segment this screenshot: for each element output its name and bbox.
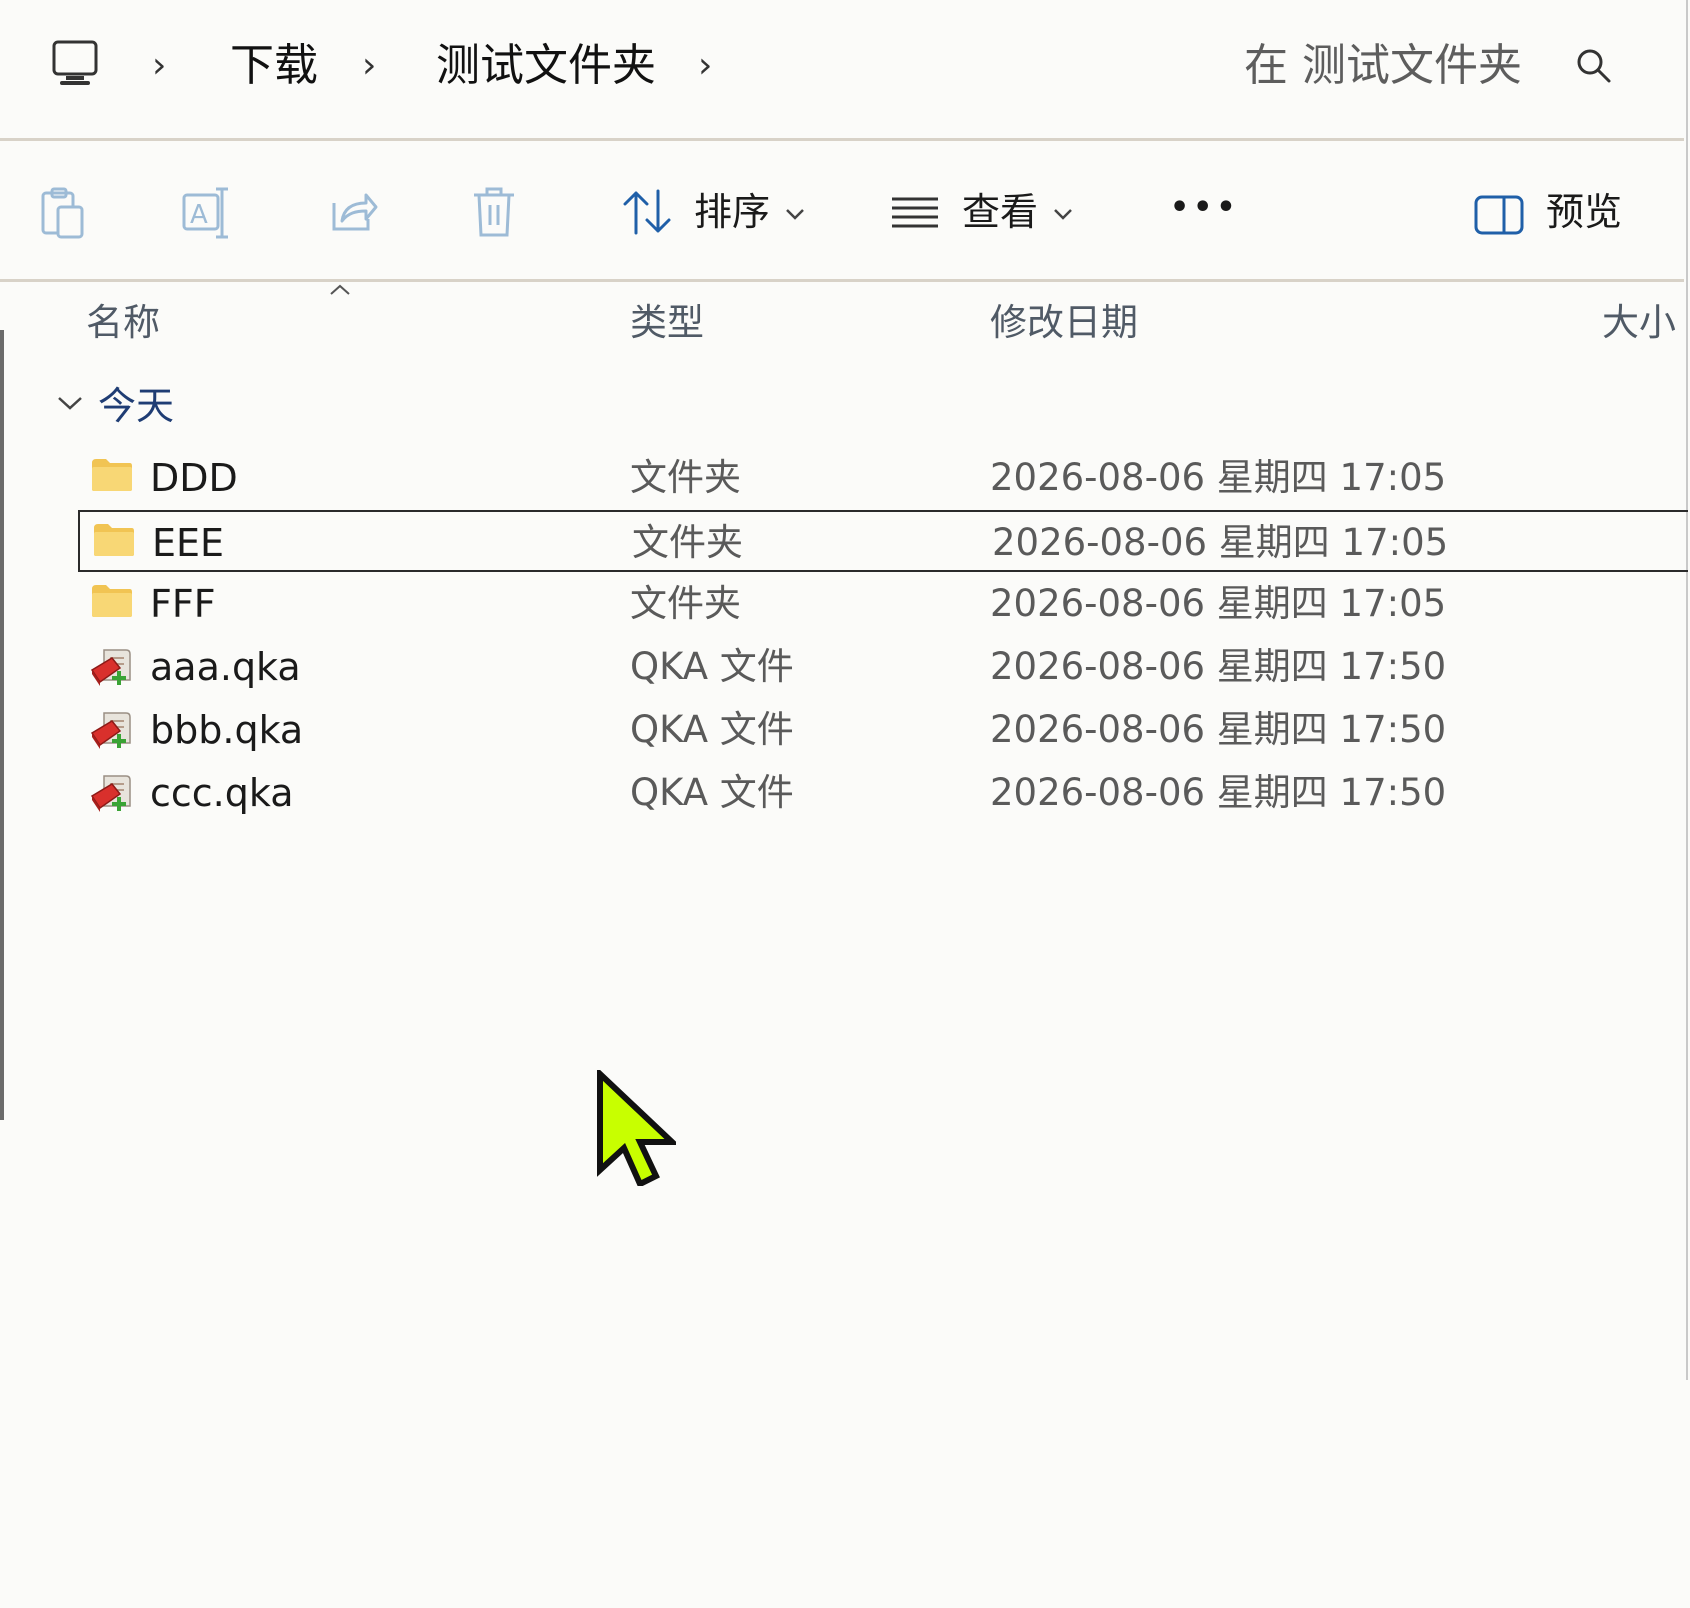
file-name[interactable]: FFF (150, 579, 216, 629)
breadcrumb-downloads[interactable]: 下载 (230, 38, 318, 94)
qka-file-icon (90, 709, 136, 759)
file-row[interactable]: FFF 文件夹 2026-08-06 星期四 17:05 (78, 573, 1688, 635)
folder-icon (92, 522, 136, 562)
breadcrumb-chevron-icon[interactable]: › (698, 44, 712, 88)
address-bar[interactable]: › 下载 › 测试文件夹 › 在 测试文件夹 (0, 0, 1684, 138)
group-collapse-chevron-icon[interactable] (56, 394, 84, 416)
preview-button[interactable]: 预览 (1546, 187, 1622, 237)
file-type: QKA 文件 (630, 645, 794, 688)
file-row[interactable]: DDD 文件夹 2026-08-06 星期四 17:05 (78, 447, 1688, 509)
sort-ascending-icon (328, 282, 352, 301)
file-modified-date: 2026-08-06 星期四 17:05 (992, 521, 1449, 564)
preview-pane-icon[interactable] (1474, 195, 1524, 239)
share-icon[interactable] (328, 189, 378, 239)
folder-icon (90, 457, 134, 497)
file-type: 文件夹 (630, 456, 741, 499)
view-dropdown-icon[interactable] (1052, 199, 1074, 227)
delete-icon[interactable] (472, 187, 516, 243)
group-header-today[interactable]: 今天 (98, 380, 174, 432)
sort-dropdown-icon[interactable] (784, 199, 806, 227)
breadcrumb-chevron-icon[interactable]: › (152, 44, 166, 88)
file-modified-date: 2026-08-06 星期四 17:50 (990, 645, 1447, 688)
view-lines-icon[interactable] (890, 195, 940, 233)
folder-icon (90, 583, 134, 623)
this-pc-icon[interactable] (52, 40, 98, 92)
rename-icon[interactable]: A (182, 187, 232, 243)
file-modified-date: 2026-08-06 星期四 17:50 (990, 708, 1447, 751)
file-row[interactable]: ccc.qka QKA 文件 2026-08-06 星期四 17:50 (78, 762, 1688, 824)
qka-file-icon (90, 646, 136, 696)
column-header-name[interactable]: 名称 (86, 298, 160, 348)
scrollbar-left-edge[interactable] (0, 330, 4, 1120)
paste-icon[interactable] (40, 187, 86, 243)
file-name[interactable]: ccc.qka (150, 768, 294, 818)
column-header-modified[interactable]: 修改日期 (990, 298, 1138, 348)
search-icon[interactable] (1576, 48, 1612, 88)
command-bar: A 排序 查看 ••• 预览 (0, 141, 1684, 279)
file-type: QKA 文件 (630, 771, 794, 814)
file-type: QKA 文件 (630, 708, 794, 751)
file-modified-date: 2026-08-06 星期四 17:50 (990, 771, 1447, 814)
breadcrumb-chevron-icon[interactable]: › (362, 44, 376, 88)
file-modified-date: 2026-08-06 星期四 17:05 (990, 456, 1447, 499)
file-name[interactable]: aaa.qka (150, 642, 301, 692)
command-bar-divider (0, 279, 1684, 282)
svg-text:A: A (190, 200, 208, 230)
search-input[interactable]: 在 测试文件夹 (1244, 38, 1522, 94)
file-name[interactable]: EEE (152, 518, 224, 568)
file-type: 文件夹 (630, 582, 741, 625)
column-header-size[interactable]: 大小 (1602, 298, 1676, 348)
qka-file-icon (90, 772, 136, 822)
sort-icon[interactable] (622, 189, 674, 239)
mouse-cursor-icon (596, 1067, 680, 1190)
file-row[interactable]: aaa.qka QKA 文件 2026-08-06 星期四 17:50 (78, 636, 1688, 698)
file-name[interactable]: bbb.qka (150, 705, 303, 755)
more-options-button[interactable]: ••• (1170, 183, 1240, 233)
column-header-type[interactable]: 类型 (630, 298, 704, 348)
file-row[interactable]: bbb.qka QKA 文件 2026-08-06 星期四 17:50 (78, 699, 1688, 761)
sort-button[interactable]: 排序 (694, 187, 770, 237)
file-name[interactable]: DDD (150, 453, 238, 503)
breadcrumb-test-folder[interactable]: 测试文件夹 (436, 38, 656, 94)
file-modified-date: 2026-08-06 星期四 17:05 (990, 582, 1447, 625)
file-row[interactable]: EEE 文件夹 2026-08-06 星期四 17:05 (78, 510, 1688, 572)
view-button[interactable]: 查看 (962, 187, 1038, 237)
file-type: 文件夹 (632, 521, 743, 564)
